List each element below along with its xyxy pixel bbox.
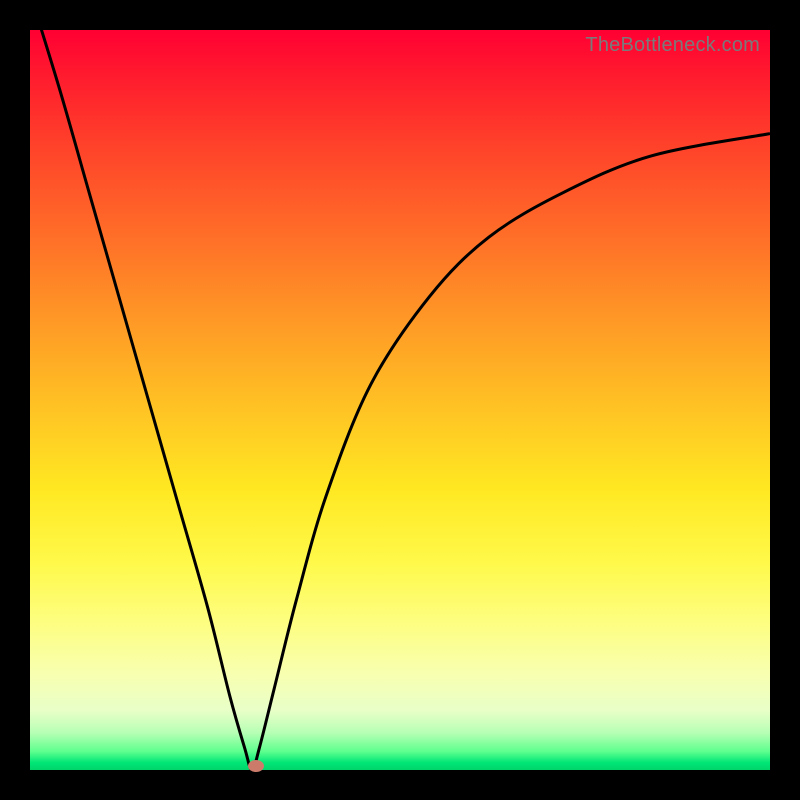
optimal-point-marker — [248, 760, 264, 772]
plot-area: TheBottleneck.com — [30, 30, 770, 770]
curve-path — [30, 30, 770, 770]
chart-frame: TheBottleneck.com — [0, 0, 800, 800]
bottleneck-curve — [30, 30, 770, 770]
